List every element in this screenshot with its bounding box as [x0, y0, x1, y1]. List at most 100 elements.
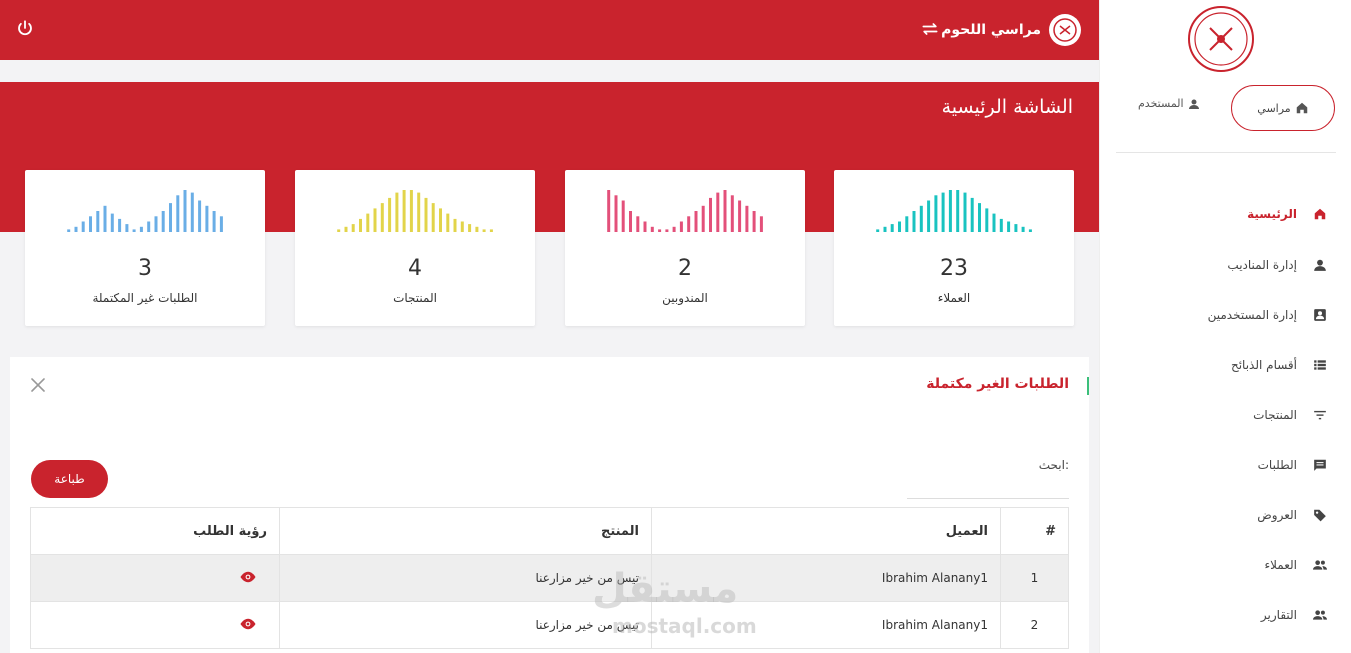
brand-logo-icon — [1188, 6, 1254, 72]
search-label: ابحث: — [1038, 458, 1069, 472]
id-card-icon — [1314, 309, 1326, 321]
incomplete-orders-panel: الطلبات الغير مكتملة ابحث: طباعة # العمي… — [10, 357, 1089, 653]
sidebar-item-users[interactable]: إدارة المستخدمين — [1208, 308, 1327, 322]
sparkline-bar — [212, 211, 216, 232]
sparkline-bar — [1014, 224, 1018, 232]
brand-name: مراسي اللحوم — [941, 22, 1041, 38]
cell-view-order — [30, 601, 280, 649]
sidebar-item-label: العملاء — [1264, 558, 1297, 572]
sparkline-bar — [636, 216, 640, 232]
home-button-label: مراسي — [1257, 101, 1291, 115]
message-icon — [1314, 459, 1326, 471]
stat-card-clients[interactable]: 23 العملاء — [834, 170, 1074, 326]
sidebar-item-offers[interactable]: العروض — [1257, 508, 1327, 522]
eye-icon[interactable] — [239, 571, 257, 583]
sparkline-bar — [431, 203, 435, 232]
sparkline-bar — [687, 216, 691, 232]
table-header-row: # العميل المنتج رؤية الطلب — [30, 507, 1069, 555]
sparkline-bar — [1007, 221, 1011, 232]
user-link[interactable]: المستخدم — [1138, 97, 1200, 110]
sparkline-bar — [402, 190, 406, 232]
sidebar-item-reports[interactable]: التقارير — [1261, 608, 1327, 622]
sidebar-item-label: إدارة المستخدمين — [1207, 308, 1297, 322]
sparkline-bar — [110, 213, 114, 232]
sparkline-bar — [912, 211, 916, 232]
print-button[interactable]: طباعة — [31, 460, 108, 498]
sparkline-bar — [759, 216, 763, 232]
column-header-client[interactable]: العميل — [651, 507, 1001, 555]
sparkline-bar — [351, 224, 355, 232]
sparkline-bar — [169, 203, 172, 232]
sparkline-bars — [876, 190, 1032, 232]
brand[interactable]: مراسي اللحوم — [941, 12, 1081, 48]
stat-card-products[interactable]: 4 المنتجات — [295, 170, 535, 326]
sidebar-item-label: أقسام الذبائح — [1230, 358, 1297, 372]
stat-card-delegates[interactable]: 2 المندوبين — [565, 170, 805, 326]
sparkline-bar — [489, 229, 493, 232]
power-icon[interactable] — [16, 19, 34, 37]
sidebar-item-carcass-sections[interactable]: أقسام الذبائح — [1231, 358, 1327, 372]
sparkline-bar — [1021, 226, 1025, 232]
watermark: مستقل — [592, 566, 739, 612]
people-icon — [1313, 560, 1327, 570]
sidebar-item-label: الرئيسية — [1247, 207, 1297, 221]
user-label: المستخدم — [1138, 97, 1184, 110]
column-header-view-order[interactable]: رؤية الطلب — [30, 507, 280, 555]
sidebar-item-label: المنتجات — [1253, 408, 1297, 422]
sparkline-bar — [643, 221, 647, 232]
close-icon[interactable] — [30, 377, 46, 393]
sparkline-bar — [694, 211, 698, 232]
orders-table: # العميل المنتج رؤية الطلب 1 Ibrahim Ala… — [30, 507, 1069, 649]
sparkline-bar — [927, 200, 931, 232]
sparkline-bar — [183, 190, 187, 232]
search-input[interactable] — [907, 475, 1069, 499]
client-name: Ibrahim Alanany1 — [881, 571, 988, 585]
sparkline-bar — [373, 208, 377, 232]
sparkline-bar — [96, 211, 100, 232]
sparkline-bars — [67, 190, 223, 232]
sparkline-bar — [482, 229, 486, 232]
sparkline-bar — [388, 197, 392, 232]
sparkline-bar — [89, 216, 92, 232]
sidebar-divider — [1116, 152, 1336, 153]
sparkline-bar — [665, 229, 669, 232]
sidebar-item-products[interactable]: المنتجات — [1253, 408, 1327, 422]
sparkline-bar — [752, 211, 756, 232]
sparkline-bar — [337, 229, 341, 232]
swap-icon[interactable] — [920, 19, 940, 39]
sparkline-bar — [161, 211, 165, 232]
sparkline-bar — [103, 205, 107, 232]
sidebar-item-label: الطلبات — [1257, 458, 1297, 472]
column-header-product[interactable]: المنتج — [279, 507, 652, 555]
stat-label: المندوبين — [662, 291, 708, 305]
sparkline-bar — [409, 190, 413, 232]
sidebar-item-home[interactable]: الرئيسية — [1247, 207, 1327, 221]
home-button[interactable]: مراسي — [1231, 85, 1335, 131]
stat-card-incomplete-orders[interactable]: 3 الطلبات غير المكتملة — [25, 170, 265, 326]
sparkline-bar — [963, 192, 967, 232]
stat-label: الطلبات غير المكتملة — [92, 291, 198, 305]
sparkline-bar — [934, 195, 938, 232]
eye-icon[interactable] — [239, 618, 257, 630]
filter-icon — [1314, 410, 1326, 420]
sidebar-item-orders[interactable]: الطلبات — [1258, 458, 1327, 472]
sparkline-bar — [919, 205, 923, 232]
stat-value: 3 — [138, 256, 152, 281]
sparkline-bar — [621, 200, 625, 232]
people-icon — [1313, 610, 1327, 620]
sparkline-bar — [709, 197, 712, 232]
sidebar-item-clients[interactable]: العملاء — [1264, 558, 1327, 572]
sparkline-bar — [424, 197, 428, 232]
sidebar-item-delegates[interactable]: إدارة المناديب — [1227, 258, 1327, 272]
column-header-index[interactable]: # — [1000, 507, 1069, 555]
sparkline-bar — [139, 226, 143, 232]
sparkline-bar — [614, 195, 618, 232]
sparkline-bar — [1028, 229, 1032, 232]
sparkline-bar — [723, 190, 727, 232]
brand-logo-icon — [1049, 14, 1081, 46]
panel-title: الطلبات الغير مكتملة — [926, 376, 1069, 392]
sparkline-bar — [468, 224, 472, 232]
sparkline-bar — [453, 218, 457, 232]
sparkline-bar — [74, 226, 78, 232]
sparkline-bar — [475, 226, 479, 232]
